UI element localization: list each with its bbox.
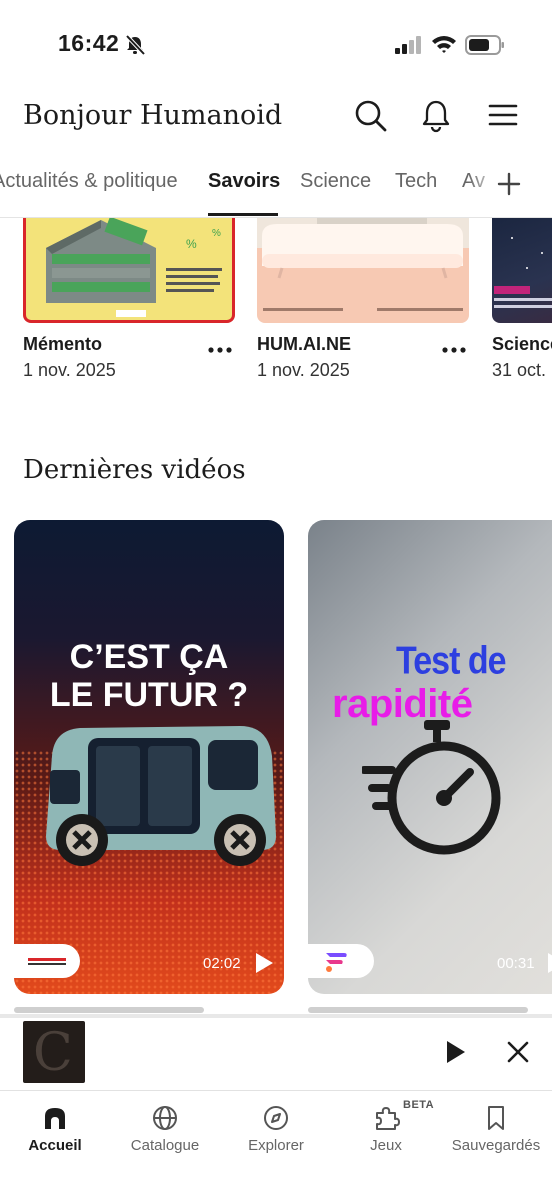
close-icon (507, 1041, 529, 1063)
bottom-nav: Accueil Catalogue Explorer BETA Jeux Sau… (0, 1090, 552, 1200)
category-tabs: Actualités & politique Savoirs Science T… (0, 160, 552, 218)
bell-slash-icon (125, 34, 146, 56)
svg-text:%: % (212, 228, 221, 239)
magazine-more-button[interactable] (440, 340, 468, 360)
magazine-title[interactable]: Mémento (23, 334, 102, 355)
plus-icon (497, 172, 521, 196)
nav-item-accueil[interactable]: Accueil (0, 1091, 110, 1171)
play-icon (548, 953, 552, 973)
puzzle-icon (376, 1107, 400, 1130)
hamburger-menu-icon (488, 104, 518, 126)
greeting-title: Bonjour Humanoid (23, 100, 283, 131)
magazines-row: % % Mémento 1 nov. 2025 HUM.AI.NE 1 nov.… (0, 218, 552, 393)
mini-player-play-button[interactable] (440, 1037, 470, 1067)
nav-label: Catalogue (130, 1137, 200, 1154)
latest-videos-title: Dernières vidéos (23, 455, 246, 485)
mini-player-artwork[interactable]: C (23, 1021, 85, 1083)
app-header: Bonjour Humanoid (0, 95, 552, 145)
globe-icon (153, 1106, 177, 1130)
home-icon (45, 1108, 65, 1129)
channel-logo (326, 953, 347, 972)
video-headline-line: Test de (396, 639, 507, 683)
magazine-title[interactable]: Science (492, 334, 552, 355)
battery-icon (465, 35, 504, 55)
magazine-cover-science[interactable] (492, 218, 552, 323)
tab-science[interactable]: Science (300, 170, 371, 193)
tab-savoirs[interactable]: Savoirs (208, 170, 280, 193)
nav-label: Jeux (370, 1137, 402, 1154)
video-duration: 00:31 (497, 955, 535, 972)
nav-item-sauvegardes[interactable]: Sauvegardés (441, 1091, 551, 1171)
tab-actualites-politique[interactable]: Actualités & politique (0, 170, 178, 193)
nav-item-jeux[interactable]: BETA Jeux (331, 1091, 441, 1171)
mini-player-progress (0, 1015, 552, 1018)
magazine-date: 1 nov. 2025 (23, 360, 116, 380)
video-duration: 02:02 (203, 955, 241, 972)
nav-label: Sauvegardés (451, 1137, 541, 1154)
play-icon (256, 953, 273, 973)
video-headline-line: LE FUTUR ? (49, 676, 249, 714)
tab-tech[interactable]: Tech (395, 170, 437, 193)
nav-item-explorer[interactable]: Explorer (221, 1091, 331, 1171)
video-card[interactable]: C’EST ÇA LE FUTUR ? 02:02 (14, 520, 284, 994)
beta-badge: BETA (403, 1099, 435, 1111)
video-caption-placeholder (308, 1007, 528, 1013)
nav-label: Explorer (248, 1137, 304, 1154)
video-headline: C’EST ÇA LE FUTUR ? (14, 638, 284, 714)
more-horizontal-icon (442, 347, 466, 353)
status-bar: 16:42 (0, 0, 552, 90)
mini-player-art-letter: C (33, 1023, 73, 1083)
bell-icon (422, 100, 450, 133)
compass-icon (264, 1106, 288, 1130)
video-card[interactable]: Test de rapidité 00:31 (308, 520, 552, 994)
sofa-illustration (257, 218, 469, 311)
wifi-icon (432, 36, 456, 53)
mini-player[interactable]: C (0, 1014, 552, 1090)
bookmark-icon (488, 1106, 504, 1130)
menu-button[interactable] (485, 97, 521, 133)
house-of-banknotes-illustration: % % (46, 218, 222, 317)
magazine-more-button[interactable] (206, 340, 234, 360)
status-time: 16:42 (58, 30, 120, 56)
notifications-button[interactable] (418, 97, 454, 133)
nav-label: Accueil (28, 1137, 82, 1154)
magazine-cover-memento[interactable]: % % (23, 218, 235, 323)
mini-player-close-button[interactable] (503, 1037, 533, 1067)
svg-text:%: % (186, 237, 197, 251)
search-icon (355, 100, 387, 132)
autonomous-vehicle-illustration (46, 726, 276, 866)
search-button[interactable] (352, 97, 388, 133)
video-headline-line: C’EST ÇA (69, 638, 229, 676)
signal-icon (395, 36, 421, 54)
space-cover-illustration (494, 237, 552, 308)
channel-badge (308, 944, 374, 978)
channel-badge (14, 944, 80, 978)
stopwatch-icon (362, 720, 501, 855)
magazine-title[interactable]: HUM.AI.NE (257, 334, 351, 355)
video-caption-placeholder (14, 1007, 204, 1013)
play-icon (447, 1041, 465, 1063)
active-tab-indicator (208, 213, 278, 216)
nav-item-catalogue[interactable]: Catalogue (110, 1091, 220, 1171)
channel-logo (28, 958, 66, 965)
more-horizontal-icon (208, 347, 232, 353)
magazine-cover-humaine[interactable] (257, 218, 469, 323)
add-tab-button[interactable] (496, 171, 522, 197)
magazine-date: 31 oct. (492, 360, 547, 380)
magazine-date: 1 nov. 2025 (257, 360, 350, 380)
